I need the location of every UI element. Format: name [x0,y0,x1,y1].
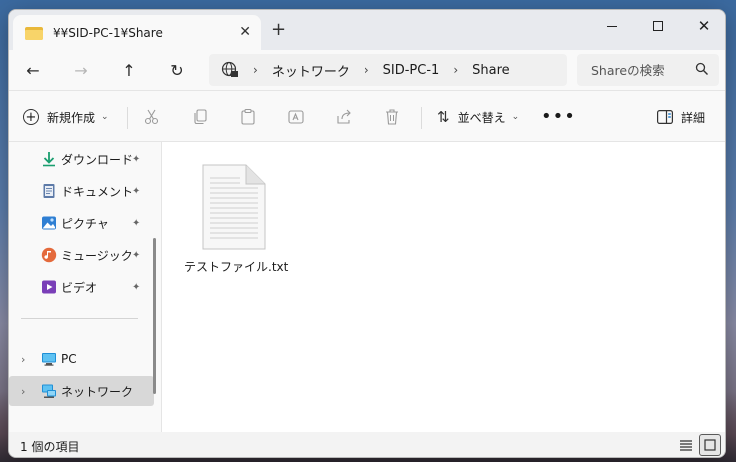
grid-view-icon [704,439,716,451]
sidebar-item-label: ネットワーク [61,384,134,399]
share-icon [337,109,351,124]
minimize-icon [607,25,617,27]
file-explorer-window: ¥¥SID-PC-1¥Share ✕ + ✕ ← → ↑ ↻ › ネットワーク … [8,9,726,458]
sidebar-item-music[interactable]: ミュージック ✦ [9,240,154,270]
sidebar-item-label: ビデオ [61,280,98,295]
pin-icon[interactable]: ✦ [132,250,140,261]
paste-button[interactable] [237,106,259,128]
details-pane-icon [657,110,673,124]
tab-share[interactable]: ¥¥SID-PC-1¥Share ✕ [13,15,261,50]
new-button[interactable]: + 新規作成 ⌄ [23,105,109,129]
videos-icon [42,280,56,294]
pin-icon[interactable]: ✦ [132,282,140,293]
sidebar-item-network[interactable]: › ネットワーク [9,376,154,406]
navigation-bar: ← → ↑ ↻ › ネットワーク › SID-PC-1 › Share [9,50,725,90]
sidebar-item-label: PC [61,352,77,366]
sidebar-item-label: ミュージック [61,248,133,263]
chevron-right-icon[interactable]: › [21,385,25,398]
address-bar[interactable]: › ネットワーク › SID-PC-1 › Share [209,54,567,86]
file-item[interactable]: テストファイル.txt [184,154,288,274]
trash-icon [386,109,398,125]
network-location-icon [221,61,239,79]
rename-button[interactable] [285,106,307,128]
new-label: 新規作成 [47,110,96,125]
large-icons-view-button[interactable] [699,434,721,456]
forward-button[interactable]: → [67,58,95,82]
command-divider [421,107,422,129]
breadcrumb-separator[interactable]: › [453,63,458,77]
back-button[interactable]: ← [19,58,47,82]
maximize-icon [653,21,663,31]
sidebar-item-pc[interactable]: › PC [9,344,154,374]
share-button[interactable] [333,106,355,128]
close-button[interactable]: ✕ [681,10,725,42]
maximize-button[interactable] [635,10,681,42]
breadcrumb-separator[interactable]: › [253,63,258,77]
breadcrumb-network[interactable]: ネットワーク [272,61,350,80]
sidebar-divider [21,318,138,319]
sidebar-item-pictures[interactable]: ピクチャ ✦ [9,208,154,238]
more-options-button[interactable]: ••• [541,104,576,128]
download-icon [43,152,55,167]
tab-title: ¥¥SID-PC-1¥Share [53,25,163,40]
text-file-icon [202,164,266,250]
details-pane-button[interactable]: 詳細 [657,105,705,129]
details-view-button[interactable] [675,434,697,456]
sidebar-item-label: ダウンロード [61,152,134,167]
tab-close-icon[interactable]: ✕ [239,24,251,40]
delete-button[interactable] [381,106,403,128]
file-list-pane[interactable]: テストファイル.txt [161,142,725,432]
rename-icon [288,110,304,124]
breadcrumb-separator[interactable]: › [364,63,369,77]
folder-icon [25,26,43,40]
pictures-icon [42,216,56,230]
sidebar-item-documents[interactable]: ドキュメント ✦ [9,176,154,206]
copy-button[interactable] [189,106,211,128]
add-icon: + [23,109,39,125]
chevron-down-icon: ⌄ [511,112,520,122]
new-tab-button[interactable]: + [271,20,286,40]
search-box[interactable] [577,54,719,86]
sidebar-item-label: ドキュメント [61,184,134,199]
copy-icon [194,109,207,125]
breadcrumb-share[interactable]: Share [472,63,510,78]
chevron-right-icon[interactable]: › [21,353,25,366]
command-divider [127,107,128,129]
sort-label: 並べ替え [457,110,506,125]
pc-icon [42,353,56,366]
list-view-icon [680,440,692,451]
details-label: 詳細 [681,110,706,125]
title-bar: ¥¥SID-PC-1¥Share ✕ + ✕ [9,10,725,50]
network-icon [42,384,56,398]
pin-icon[interactable]: ✦ [132,154,140,165]
breadcrumb-sid-pc-1[interactable]: SID-PC-1 [383,63,440,78]
documents-icon [43,184,55,198]
sort-button[interactable]: ⇅ 並べ替え ⌄ [437,105,519,129]
sidebar-item-downloads[interactable]: ダウンロード ✦ [9,144,154,174]
status-bar: 1 個の項目 [9,432,725,457]
navigation-pane: ダウンロード ✦ ドキュメント ✦ ピクチャ ✦ ミュージック ✦ ビデオ ✦ … [9,142,161,432]
pin-icon[interactable]: ✦ [132,186,140,197]
chevron-down-icon: ⌄ [101,112,109,122]
file-name: テストファイル.txt [184,260,289,274]
minimize-button[interactable] [589,10,635,42]
sidebar-scrollbar[interactable] [153,238,156,394]
search-icon[interactable] [695,62,709,76]
item-count: 1 個の項目 [20,440,80,454]
sort-icon: ⇅ [437,108,450,126]
sidebar-item-videos[interactable]: ビデオ ✦ [9,272,154,302]
scissors-icon [144,109,159,125]
up-button[interactable]: ↑ [115,58,143,82]
command-bar: + 新規作成 ⌄ ⇅ 並べ替え ⌄ ••• 詳細 [9,90,725,142]
pin-icon[interactable]: ✦ [132,218,140,229]
music-icon [41,247,57,263]
sidebar-item-label: ピクチャ [61,216,109,231]
close-icon: ✕ [697,16,711,35]
clipboard-icon [241,108,255,125]
cut-button[interactable] [141,106,163,128]
search-input[interactable] [591,62,687,78]
refresh-button[interactable]: ↻ [163,58,191,82]
